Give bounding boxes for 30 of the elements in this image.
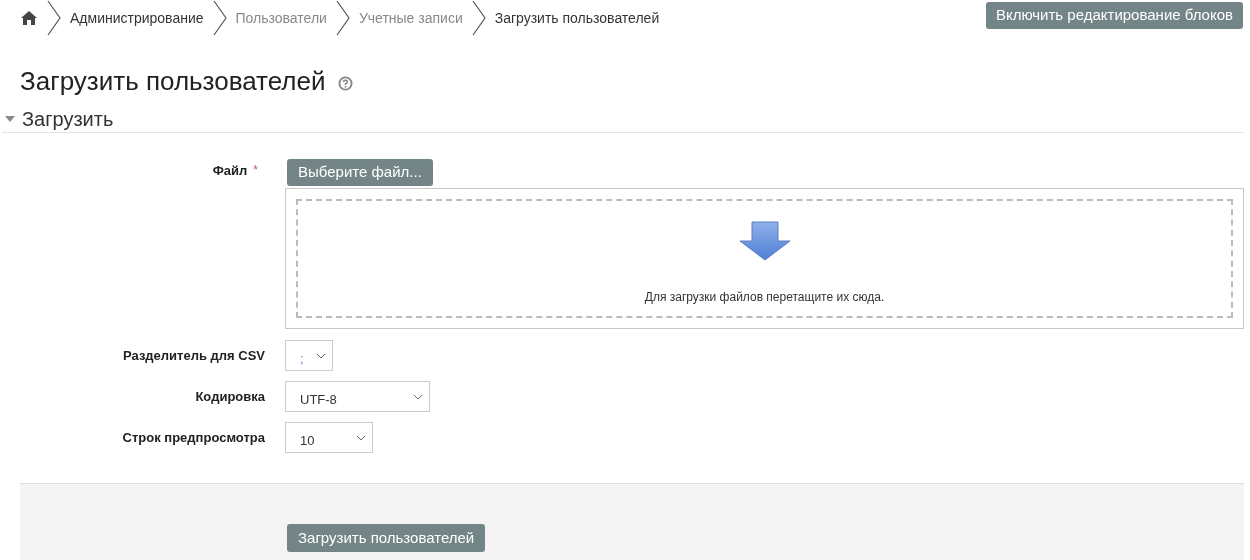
- breadcrumb-link[interactable]: Пользователи: [235, 7, 327, 29]
- breadcrumb-separator-icon: [470, 0, 487, 36]
- file-drop-area[interactable]: Для загрузки файлов перетащите их сюда.: [285, 188, 1244, 329]
- collapse-triangle-icon[interactable]: [4, 114, 16, 124]
- field-label: Разделитель для CSV: [123, 346, 265, 365]
- page-title: Загрузить пользователей: [20, 65, 326, 98]
- help-icon[interactable]: [337, 76, 353, 91]
- breadcrumb-link[interactable]: Загрузить пользователей: [494, 7, 660, 29]
- section-title[interactable]: Загрузить: [22, 107, 114, 131]
- down-arrow-icon: [738, 221, 791, 261]
- edit-blocks-button[interactable]: Включить редактирование блоков: [985, 1, 1243, 29]
- breadcrumb-link[interactable]: Учетные записи: [358, 7, 463, 29]
- dropdown-caret-icon: [413, 393, 423, 400]
- breadcrumb-separator-icon: [334, 0, 351, 36]
- required-mark: *: [253, 162, 258, 179]
- choose-file-button[interactable]: Выберите файл...: [287, 159, 433, 186]
- select-field[interactable]: 10: [285, 422, 373, 453]
- upload-users-button[interactable]: Загрузить пользователей: [287, 524, 486, 552]
- breadcrumb-link[interactable]: Администрирование: [70, 7, 204, 29]
- drop-hint: Для загрузки файлов перетащите их сюда.: [644, 289, 885, 306]
- field-label: Строк предпросмотра: [122, 428, 265, 447]
- select-field[interactable]: ;: [285, 340, 333, 371]
- breadcrumb-separator-icon: [46, 0, 62, 36]
- home-icon[interactable]: [20, 10, 38, 26]
- select-field[interactable]: UTF-8: [285, 381, 430, 412]
- field-label: Кодировка: [195, 387, 265, 406]
- field-label: Файл: [212, 162, 248, 180]
- dropdown-caret-icon: [316, 352, 326, 359]
- breadcrumb-separator-icon: [211, 0, 228, 36]
- dropdown-caret-icon: [356, 434, 366, 441]
